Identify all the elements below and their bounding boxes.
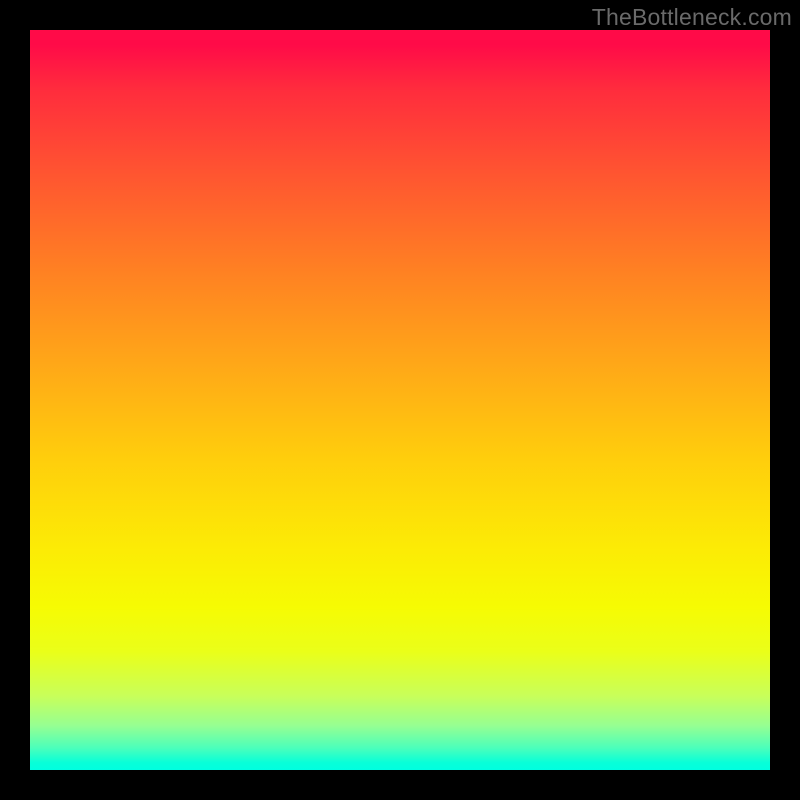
watermark-text: TheBottleneck.com	[592, 4, 792, 31]
chart-frame: TheBottleneck.com	[0, 0, 800, 800]
heat-gradient-background	[30, 30, 770, 770]
plot-area	[30, 30, 770, 770]
